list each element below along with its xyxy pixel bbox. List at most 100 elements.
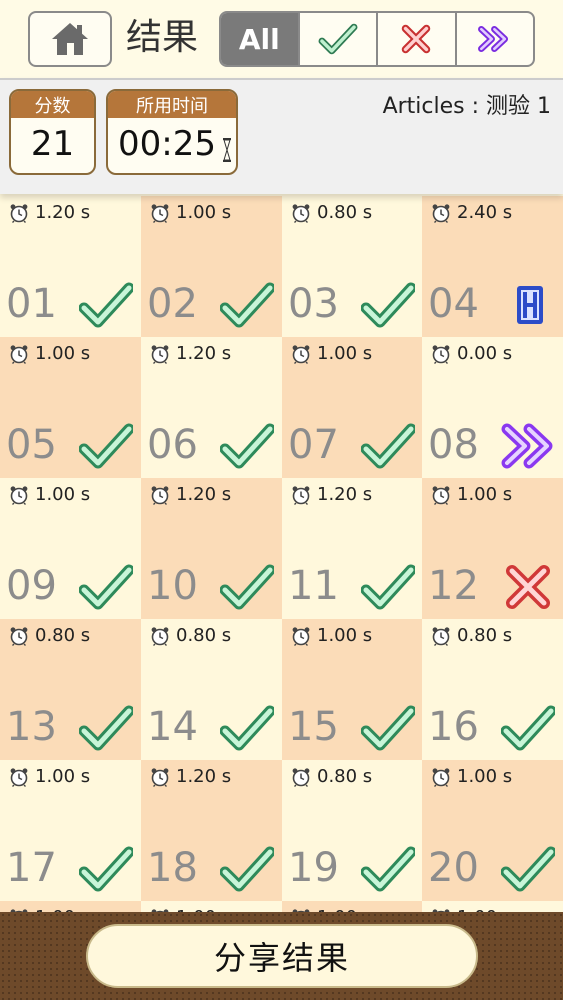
results-grid: 1.20 s 01 1.00 s 02 0.80 s 03 2.40 s 04 1.00 s 05… bbox=[0, 196, 563, 912]
question-number: 19 bbox=[288, 845, 339, 891]
question-number: 12 bbox=[428, 563, 479, 609]
answer-time: 1.00 s bbox=[9, 766, 90, 787]
result-cell[interactable]: 1.00 s 12 bbox=[422, 478, 563, 619]
alarm-clock-icon bbox=[292, 626, 310, 646]
result-cell[interactable]: 1.20 s 01 bbox=[0, 196, 141, 337]
result-cell[interactable]: 1.00 s bbox=[0, 901, 141, 912]
check-icon bbox=[360, 564, 417, 610]
question-number: 05 bbox=[6, 422, 57, 468]
check-icon bbox=[78, 423, 135, 469]
question-number: 11 bbox=[288, 563, 339, 609]
filter-correct-tab[interactable] bbox=[297, 13, 377, 65]
check-icon bbox=[219, 282, 276, 328]
result-cell[interactable]: 1.20 s 18 bbox=[141, 760, 282, 901]
filter-skipped-tab[interactable] bbox=[454, 13, 534, 65]
result-cell[interactable]: 0.80 s 03 bbox=[282, 196, 423, 337]
result-cell[interactable]: 1.20 s 10 bbox=[141, 478, 282, 619]
share-results-button[interactable]: 分享结果 bbox=[86, 924, 478, 988]
filter-all-tab[interactable]: All bbox=[221, 13, 298, 65]
alarm-clock-icon bbox=[10, 485, 28, 505]
answer-time-value: 1.20 s bbox=[317, 484, 373, 505]
check-icon bbox=[360, 282, 417, 328]
question-number: 07 bbox=[288, 422, 339, 468]
filter-tabs: All bbox=[219, 11, 535, 67]
result-cell[interactable]: 1.00 s bbox=[422, 901, 563, 912]
question-number: 18 bbox=[147, 845, 198, 891]
result-cell[interactable]: 1.00 s bbox=[282, 901, 423, 912]
check-icon bbox=[360, 846, 417, 892]
question-number: 09 bbox=[6, 563, 57, 609]
answer-time-value: 1.00 s bbox=[317, 625, 373, 646]
result-cell[interactable]: 0.80 s 14 bbox=[141, 619, 282, 760]
question-number: 13 bbox=[6, 704, 57, 750]
result-cell[interactable]: 0.80 s 19 bbox=[282, 760, 423, 901]
answer-time: 0.80 s bbox=[150, 625, 231, 646]
result-cell[interactable]: 2.40 s 04 bbox=[422, 196, 563, 337]
question-number: 04 bbox=[428, 281, 479, 327]
check-icon bbox=[500, 846, 557, 892]
result-cell[interactable]: 1.00 s 17 bbox=[0, 760, 141, 901]
alarm-clock-icon bbox=[151, 485, 169, 505]
alarm-clock-icon bbox=[432, 767, 450, 787]
answer-time-value: 1.00 s bbox=[35, 484, 91, 505]
check-icon bbox=[360, 423, 417, 469]
result-cell[interactable]: 1.00 s 02 bbox=[141, 196, 282, 337]
result-cell[interactable]: 1.20 s 11 bbox=[282, 478, 423, 619]
answer-time-value: 0.00 s bbox=[457, 343, 513, 364]
result-cell[interactable]: 0.80 s 13 bbox=[0, 619, 141, 760]
result-cell[interactable]: 1.00 s bbox=[141, 901, 282, 912]
home-button[interactable] bbox=[28, 11, 112, 67]
answer-time-value: 1.00 s bbox=[35, 766, 91, 787]
answer-time-value: 1.00 s bbox=[457, 484, 513, 505]
result-cell[interactable]: 0.00 s 08 bbox=[422, 337, 563, 478]
alarm-clock-icon bbox=[292, 344, 310, 364]
result-cell[interactable]: 1.00 s 09 bbox=[0, 478, 141, 619]
alarm-clock-icon bbox=[292, 203, 310, 223]
alarm-clock-icon bbox=[292, 485, 310, 505]
filter-wrong-tab[interactable] bbox=[376, 13, 455, 65]
alarm-clock-icon bbox=[292, 767, 310, 787]
hint-icon bbox=[501, 282, 555, 328]
score-value: 21 bbox=[30, 124, 75, 164]
result-cell[interactable]: 1.00 s 07 bbox=[282, 337, 423, 478]
answer-time: 1.20 s bbox=[150, 343, 231, 364]
question-number: 14 bbox=[147, 704, 198, 750]
answer-time: 1.00 s bbox=[431, 484, 512, 505]
check-icon bbox=[78, 564, 135, 610]
cross-icon bbox=[501, 564, 555, 610]
filter-all-label: All bbox=[238, 22, 280, 56]
answer-time-value: 1.20 s bbox=[176, 343, 232, 364]
alarm-clock-icon bbox=[432, 203, 450, 223]
result-cell[interactable]: 1.00 s 05 bbox=[0, 337, 141, 478]
question-number: 16 bbox=[428, 704, 479, 750]
alarm-clock-icon bbox=[10, 203, 28, 223]
answer-time: 2.40 s bbox=[431, 202, 512, 223]
question-number: 17 bbox=[6, 845, 57, 891]
footer: 分享结果 bbox=[0, 912, 563, 1000]
time-value: 00:25 bbox=[118, 124, 216, 164]
result-cell[interactable]: 0.80 s 16 bbox=[422, 619, 563, 760]
score-label: 分数 bbox=[11, 91, 94, 118]
header: 结果 All bbox=[0, 0, 563, 78]
question-number: 20 bbox=[428, 845, 479, 891]
answer-time: 1.00 s bbox=[431, 766, 512, 787]
skip-icon bbox=[501, 423, 555, 469]
alarm-clock-icon bbox=[432, 626, 450, 646]
question-number: 03 bbox=[288, 281, 339, 327]
question-number: 06 bbox=[147, 422, 198, 468]
home-icon bbox=[52, 23, 88, 55]
result-cell[interactable]: 1.20 s 06 bbox=[141, 337, 282, 478]
check-icon bbox=[219, 564, 276, 610]
result-cell[interactable]: 1.00 s 20 bbox=[422, 760, 563, 901]
answer-time: 0.80 s bbox=[9, 625, 90, 646]
check-icon bbox=[219, 423, 276, 469]
question-number: 15 bbox=[288, 704, 339, 750]
result-cell[interactable]: 1.00 s 15 bbox=[282, 619, 423, 760]
answer-time-value: 2.40 s bbox=[457, 202, 513, 223]
answer-time: 0.00 s bbox=[431, 343, 512, 364]
quiz-name: Articles : 测验 1 bbox=[382, 94, 551, 119]
answer-time-value: 1.00 s bbox=[317, 343, 373, 364]
answer-time: 0.80 s bbox=[291, 202, 372, 223]
hourglass-icon bbox=[223, 138, 231, 162]
answer-time: 0.80 s bbox=[291, 766, 372, 787]
